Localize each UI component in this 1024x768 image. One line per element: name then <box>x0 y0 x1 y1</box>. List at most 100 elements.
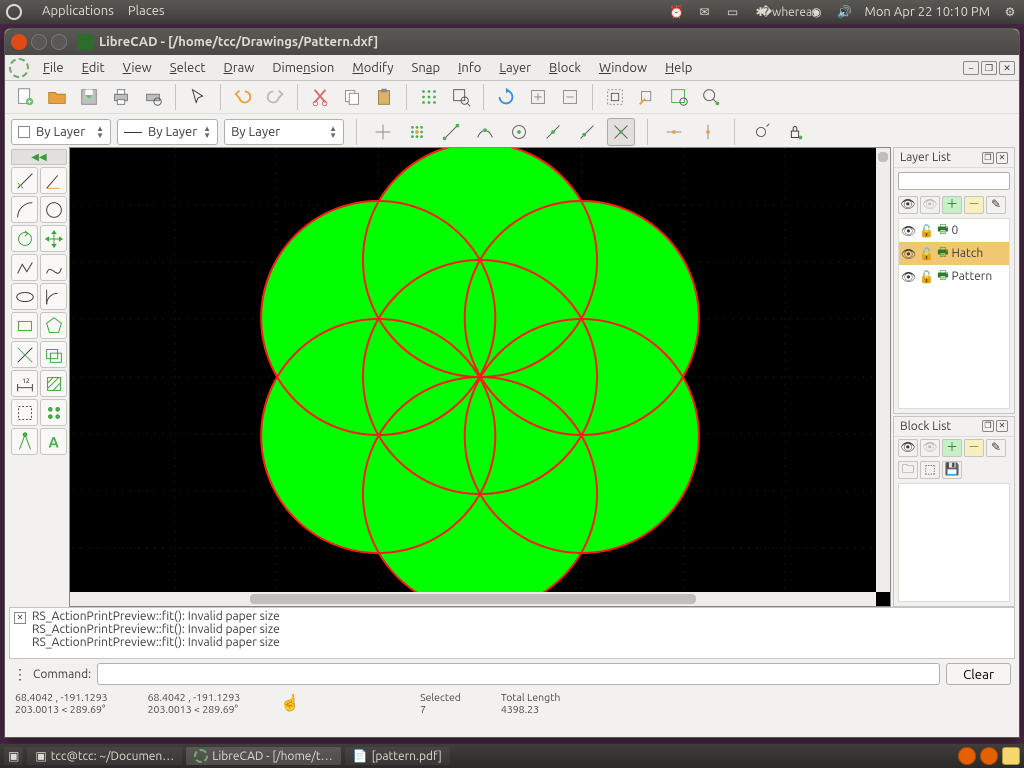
network-wifi-icon[interactable]: ◉ <box>809 4 825 20</box>
volume-icon[interactable]: 🔊 <box>837 4 853 20</box>
gear-icon[interactable]: ⚙ <box>1002 4 1018 20</box>
task-terminal[interactable]: ▣ tcc@tcc: ~/Documen… <box>27 747 182 765</box>
firefox-icon-2[interactable] <box>980 747 998 765</box>
zoom-window-button[interactable] <box>665 83 693 111</box>
block-list[interactable] <box>898 483 1010 602</box>
lock-relative-zero-button[interactable] <box>781 118 809 146</box>
print-icon[interactable]: 🖶 <box>937 266 948 287</box>
tool-text[interactable]: A <box>40 428 67 455</box>
maximize-button[interactable] <box>51 34 67 50</box>
color-combo[interactable]: By Layer ▲▼ <box>11 119 111 145</box>
pointer-button[interactable] <box>184 83 212 111</box>
new-file-button[interactable] <box>11 83 39 111</box>
tool-polyline[interactable] <box>11 254 38 281</box>
workspace-switcher[interactable] <box>1002 747 1020 765</box>
clear-button[interactable]: Clear <box>946 663 1011 685</box>
close-button[interactable] <box>11 34 27 50</box>
print-icon[interactable]: 🖶 <box>937 220 948 241</box>
block-remove-button[interactable]: － <box>964 439 984 457</box>
task-librecad[interactable]: LibreCAD - [/home/t… <box>186 747 340 765</box>
block-hide-all-button[interactable]: 👁 <box>920 439 940 457</box>
toolbox-back-button[interactable]: ◀◀ <box>11 149 67 165</box>
layer-add-button[interactable]: ＋ <box>942 196 962 214</box>
redraw-button[interactable] <box>492 83 520 111</box>
tool-dim-compass[interactable] <box>11 428 38 455</box>
block-panel-float-button[interactable]: ❐ <box>982 420 994 432</box>
mdi-minimize-button[interactable]: – <box>963 61 979 75</box>
layer-row[interactable]: 👁🔓🖶0 <box>899 219 1009 242</box>
vertical-scrollbar[interactable] <box>876 148 890 592</box>
restrict-vertical-button[interactable] <box>694 118 722 146</box>
menu-draw[interactable]: Draw <box>216 58 263 78</box>
tool-trim[interactable] <box>11 341 38 368</box>
snap-endpoint-button[interactable] <box>437 118 465 146</box>
menu-block[interactable]: Block <box>541 58 589 78</box>
zoom-out-button[interactable] <box>556 83 584 111</box>
layer-panel-close-button[interactable]: ✕ <box>996 152 1008 164</box>
log-close-button[interactable]: ✕ <box>14 612 26 624</box>
menu-select[interactable]: Select <box>162 58 214 78</box>
command-input[interactable] <box>97 663 940 685</box>
save-file-button[interactable] <box>75 83 103 111</box>
copy-button[interactable] <box>338 83 366 111</box>
print-preview-button[interactable] <box>139 83 167 111</box>
task-pdf[interactable]: 📄 [pattern.pdf] <box>345 747 450 765</box>
snap-free-button[interactable] <box>369 118 397 146</box>
zoom-previous-button[interactable] <box>633 83 661 111</box>
drawing-canvas[interactable] <box>69 147 891 607</box>
snap-on-entity-button[interactable] <box>471 118 499 146</box>
linestyle-combo[interactable]: By Layer ▲▼ <box>117 119 218 145</box>
block-add-button[interactable]: ＋ <box>942 439 962 457</box>
tool-bounding-box[interactable] <box>11 399 38 426</box>
eye-icon[interactable]: 👁 <box>901 224 916 238</box>
set-relative-zero-button[interactable] <box>747 118 775 146</box>
lock-icon[interactable]: 🔓 <box>919 247 934 261</box>
menu-edit[interactable]: Edit <box>74 58 113 78</box>
tool-rotate[interactable] <box>11 225 38 252</box>
clock[interactable]: Mon Apr 22 10:10 PM <box>865 5 990 19</box>
layer-list[interactable]: 👁🔓🖶0👁🔓🖶Hatch👁🔓🖶Pattern <box>898 218 1010 409</box>
layer-hide-all-button[interactable]: 👁 <box>920 196 940 214</box>
layer-edit-button[interactable]: ✎ <box>986 196 1006 214</box>
paste-button[interactable] <box>370 83 398 111</box>
open-file-button[interactable] <box>43 83 71 111</box>
lock-icon[interactable]: 🔓 <box>919 270 934 284</box>
snap-distance-button[interactable] <box>573 118 601 146</box>
tool-circle[interactable] <box>40 196 67 223</box>
command-log[interactable]: ✕ RS_ActionPrintPreview::fit(): Invalid … <box>9 607 1015 659</box>
layer-remove-button[interactable]: － <box>964 196 984 214</box>
layer-row[interactable]: 👁🔓🖶Hatch <box>899 242 1009 265</box>
tool-move[interactable] <box>40 225 67 252</box>
lock-icon[interactable]: 🔓 <box>919 224 934 238</box>
tool-rectangle[interactable] <box>11 312 38 339</box>
menu-dimension[interactable]: Dimension <box>264 58 342 78</box>
tool-polygon[interactable] <box>40 312 67 339</box>
restrict-horizontal-button[interactable] <box>660 118 688 146</box>
mdi-close-button[interactable]: ✕ <box>999 61 1015 75</box>
menu-info[interactable]: Info <box>450 58 489 78</box>
applications-menu[interactable]: Applications <box>42 4 114 20</box>
layer-panel-float-button[interactable]: ❐ <box>982 152 994 164</box>
menu-layer[interactable]: Layer <box>491 58 539 78</box>
mdi-restore-button[interactable]: ❐ <box>981 61 997 75</box>
eye-icon[interactable]: 👁 <box>901 247 916 261</box>
tool-ellipse[interactable] <box>11 283 38 310</box>
block-rename-button[interactable]: 🗀 <box>898 461 918 479</box>
tool-tangent-arc[interactable] <box>40 283 67 310</box>
menu-view[interactable]: View <box>115 58 160 78</box>
layer-show-all-button[interactable]: 👁 <box>898 196 918 214</box>
snap-center-button[interactable] <box>505 118 533 146</box>
places-menu[interactable]: Places <box>128 4 165 20</box>
horizontal-scrollbar[interactable] <box>70 592 876 606</box>
undo-button[interactable] <box>229 83 257 111</box>
print-icon[interactable]: 🖶 <box>937 243 948 264</box>
menu-help[interactable]: Help <box>657 58 700 78</box>
block-edit-button[interactable]: ✎ <box>986 439 1006 457</box>
tool-spline[interactable] <box>40 254 67 281</box>
tool-offset[interactable] <box>40 341 67 368</box>
block-save-button[interactable]: 💾 <box>942 461 962 479</box>
zoom-auto-button[interactable] <box>601 83 629 111</box>
menu-modify[interactable]: Modify <box>344 58 401 78</box>
show-desktop-button[interactable]: ▣ <box>4 747 23 765</box>
redo-button[interactable] <box>261 83 289 111</box>
